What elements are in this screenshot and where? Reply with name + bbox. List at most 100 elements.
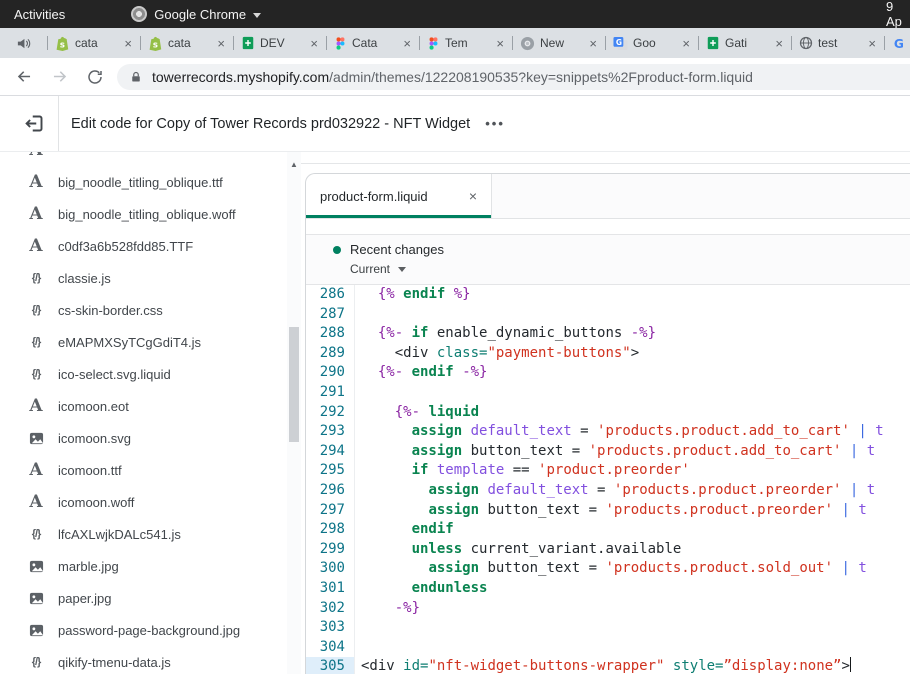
browser-tab[interactable]: GGoo× (605, 28, 698, 58)
scroll-up-icon[interactable]: ▲ (287, 161, 301, 169)
code-text[interactable]: {%- liquid (355, 403, 479, 423)
code-text[interactable] (355, 638, 361, 658)
file-item[interactable]: Aicomoon.woff (0, 486, 287, 518)
file-item[interactable]: {/}lfcAXLwjkDALc541.js (0, 518, 287, 550)
code-text[interactable]: {%- if enable_dynamic_buttons -%} (355, 324, 656, 344)
code-text[interactable]: <div id="nft-widget-buttons-wrapper" sty… (355, 657, 851, 674)
file-item[interactable]: {/}classie.js (0, 262, 287, 294)
browser-tab[interactable]: scata× (140, 28, 233, 58)
file-item[interactable]: marble.jpg (0, 550, 287, 582)
file-item[interactable]: {/}cs-skin-border.css (0, 294, 287, 326)
code-line[interactable]: 291 (306, 383, 910, 403)
code-line[interactable]: 301 endunless (306, 579, 910, 599)
code-line[interactable]: 295 if template == 'product.preorder' (306, 461, 910, 481)
editor-tab-close-icon[interactable]: × (469, 188, 477, 204)
tab-close-icon[interactable]: × (124, 36, 132, 51)
browser-tab[interactable]: Gati× (698, 28, 791, 58)
code-line[interactable]: 286 {% endif %} (306, 285, 910, 305)
code-file-icon: {/} (32, 336, 41, 348)
code-line[interactable]: 293 assign default_text = 'products.prod… (306, 422, 910, 442)
version-selector[interactable]: Current (350, 262, 910, 276)
file-item[interactable]: {/}eMAPMXSyTCgGdiT4.js (0, 326, 287, 358)
clock[interactable]: 9 Ap (886, 0, 910, 28)
code-line[interactable]: 305<div id="nft-widget-buttons-wrapper" … (306, 657, 910, 674)
code-text[interactable]: endif (355, 520, 454, 540)
code-text[interactable]: assign button_text = 'products.product.p… (355, 501, 867, 521)
code-text[interactable]: {%- endif -%} (355, 363, 487, 383)
forward-button[interactable] (42, 67, 77, 86)
lock-icon (130, 71, 142, 83)
code-line[interactable]: 298 endif (306, 520, 910, 540)
back-button[interactable] (7, 67, 42, 86)
browser-tab[interactable]: Tem× (419, 28, 512, 58)
tab-title: cata (168, 36, 212, 50)
tab-close-icon[interactable]: × (682, 36, 690, 51)
tab-close-icon[interactable]: × (217, 36, 225, 51)
code-line[interactable]: 304 (306, 638, 910, 658)
line-number: 295 (306, 461, 355, 481)
code-text[interactable]: -%} (355, 599, 420, 619)
file-item[interactable]: paper.jpg (0, 582, 287, 614)
unsaved-changes-dot (333, 246, 341, 254)
file-item[interactable]: A (0, 152, 287, 166)
code-line[interactable]: 303 (306, 618, 910, 638)
exit-editor-button[interactable] (19, 113, 49, 134)
file-item[interactable]: Aicomoon.ttf (0, 454, 287, 486)
image-file-icon (29, 591, 44, 606)
tab-close-icon[interactable]: × (868, 36, 876, 51)
code-line[interactable]: 296 assign default_text = 'products.prod… (306, 481, 910, 501)
browser-tab[interactable]: G (884, 28, 910, 58)
sidebar-scrollbar[interactable]: ▲ (287, 152, 301, 674)
code-line[interactable]: 290 {%- endif -%} (306, 363, 910, 383)
code-line[interactable]: 292 {%- liquid (306, 403, 910, 423)
code-line[interactable]: 294 assign button_text = 'products.produ… (306, 442, 910, 462)
code-line[interactable]: 297 assign button_text = 'products.produ… (306, 501, 910, 521)
more-options-button[interactable]: ••• (485, 116, 505, 131)
tab-close-icon[interactable]: × (310, 36, 318, 51)
file-item[interactable]: Ac0df3a6b528fdd85.TTF (0, 230, 287, 262)
activities-button[interactable]: Activities (14, 7, 65, 22)
code-text[interactable]: unless current_variant.available (355, 540, 681, 560)
browser-tab[interactable]: DEV× (233, 28, 326, 58)
address-bar[interactable]: towerrecords.myshopify.com/admin/themes/… (117, 64, 910, 90)
code-text[interactable]: endunless (355, 579, 487, 599)
editor-tab-product-form[interactable]: product-form.liquid × (306, 174, 492, 218)
tab-close-icon[interactable]: × (403, 36, 411, 51)
code-line[interactable]: 299 unless current_variant.available (306, 540, 910, 560)
tab-close-icon[interactable]: × (775, 36, 783, 51)
file-item[interactable]: Abig_noodle_titling_oblique.ttf (0, 166, 287, 198)
code-text[interactable]: assign button_text = 'products.product.a… (355, 442, 875, 462)
tab-close-icon[interactable]: × (496, 36, 504, 51)
scrollbar-thumb[interactable] (289, 327, 299, 442)
code-text[interactable]: if template == 'product.preorder' (355, 461, 690, 481)
code-text[interactable]: {% endif %} (355, 285, 471, 305)
code-line[interactable]: 289 <div class="payment-buttons"> (306, 344, 910, 364)
code-text[interactable]: <div class="payment-buttons"> (355, 344, 639, 364)
app-menu[interactable]: Google Chrome (131, 6, 261, 22)
code-editor[interactable]: 286 {% endif %}287288 {%- if enable_dyna… (306, 285, 910, 674)
code-text[interactable]: assign default_text = 'products.product.… (355, 422, 884, 442)
code-text[interactable] (355, 618, 361, 638)
code-text[interactable] (355, 383, 361, 403)
tab-close-icon[interactable]: × (589, 36, 597, 51)
tab-audio-button[interactable] (0, 28, 47, 58)
file-item[interactable]: password-page-background.jpg (0, 614, 287, 646)
code-text[interactable] (355, 305, 361, 325)
file-item[interactable]: Abig_noodle_titling_oblique.woff (0, 198, 287, 230)
file-item[interactable]: {/}ico-select.svg.liquid (0, 358, 287, 390)
browser-tab-strip: scata×scata×DEV×Cata×Tem×New×GGoo×Gati×t… (0, 28, 910, 58)
browser-tab[interactable]: scata× (47, 28, 140, 58)
code-line[interactable]: 302 -%} (306, 599, 910, 619)
code-text[interactable]: assign button_text = 'products.product.s… (355, 559, 867, 579)
file-item[interactable]: {/}qikify-tmenu-data.js (0, 646, 287, 674)
file-item[interactable]: Aicomoon.eot (0, 390, 287, 422)
code-text[interactable]: assign default_text = 'products.product.… (355, 481, 875, 501)
browser-tab[interactable]: test× (791, 28, 884, 58)
browser-tab[interactable]: New× (512, 28, 605, 58)
code-line[interactable]: 300 assign button_text = 'products.produ… (306, 559, 910, 579)
reload-button[interactable] (77, 68, 112, 86)
code-line[interactable]: 288 {%- if enable_dynamic_buttons -%} (306, 324, 910, 344)
browser-tab[interactable]: Cata× (326, 28, 419, 58)
code-line[interactable]: 287 (306, 305, 910, 325)
file-item[interactable]: icomoon.svg (0, 422, 287, 454)
